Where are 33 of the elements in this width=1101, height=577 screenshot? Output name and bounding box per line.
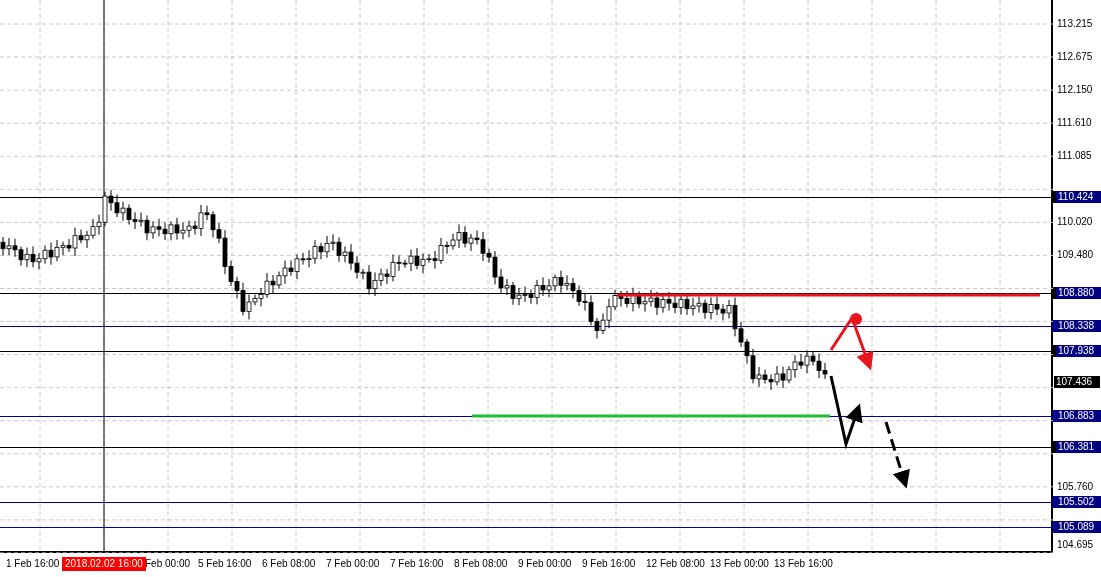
- time-label: Feb 00:00: [145, 558, 191, 570]
- time-label: 12 Feb 08:00: [646, 558, 705, 570]
- time-label: 6 Feb 08:00: [262, 558, 316, 570]
- price-tag: 108.880: [1053, 287, 1101, 299]
- time-label: 13 Feb 00:00: [710, 558, 769, 570]
- forecast-arrow: [829, 313, 874, 371]
- price-tag: 105.089: [1053, 521, 1101, 533]
- price-tag: 106.381: [1053, 441, 1101, 453]
- price-tag: 106.883: [1053, 410, 1101, 422]
- price-tag: 107.938: [1053, 345, 1101, 357]
- time-label: 1 Feb 16:00: [6, 558, 60, 570]
- price-tick: 112.150: [1057, 84, 1093, 97]
- time-label: 9 Feb 16:00: [582, 558, 636, 570]
- time-label: 7 Feb 16:00: [390, 558, 444, 570]
- price-tag: 105.502: [1053, 496, 1101, 508]
- forecast-arrow: [884, 421, 910, 489]
- price-tick: 104.695: [1057, 539, 1094, 551]
- price-tick: 112.675: [1057, 51, 1093, 64]
- time-cursor-tag: 2018.02.02 16:00: [62, 557, 146, 571]
- price-tick: 110.020: [1057, 216, 1093, 229]
- price-tick: 113.215: [1057, 18, 1093, 30]
- time-label: 13 Feb 16:00: [774, 558, 833, 570]
- time-label: 7 Feb 00:00: [326, 558, 380, 570]
- time-label: 8 Feb 08:00: [454, 558, 508, 570]
- price-tick: 105.760: [1057, 480, 1094, 493]
- price-tick: 111.610: [1057, 117, 1092, 130]
- price-tick: 111.085: [1057, 150, 1092, 163]
- price-tick: 109.480: [1057, 249, 1094, 262]
- price-tag: 110.424: [1053, 191, 1101, 203]
- time-label: 9 Feb 00:00: [518, 558, 572, 570]
- current-price-tag: 107.436: [1054, 376, 1100, 388]
- time-label: 5 Feb 16:00: [198, 558, 252, 570]
- price-tag: 108.338: [1053, 320, 1101, 332]
